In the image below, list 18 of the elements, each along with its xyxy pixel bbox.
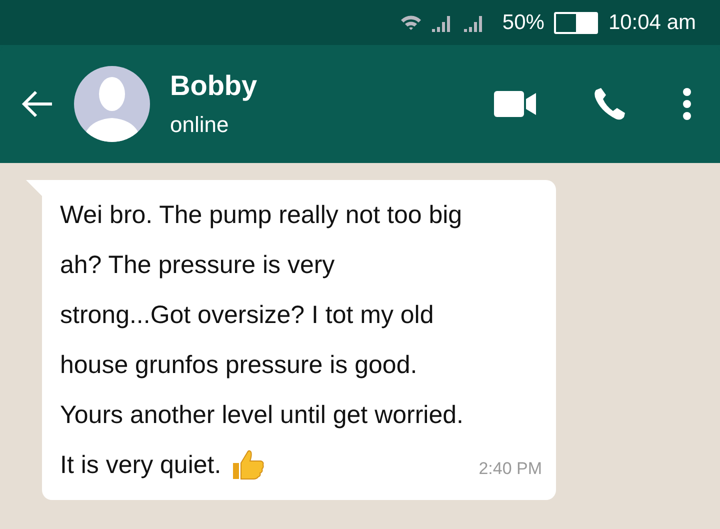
video-call-icon[interactable] <box>494 91 538 117</box>
thumbs-up-icon <box>231 449 266 481</box>
message-line: ah? The pressure is very <box>60 250 335 281</box>
phone-icon[interactable] <box>592 86 628 122</box>
wifi-icon <box>400 14 422 31</box>
battery-percent: 50% <box>502 10 544 34</box>
message-time: 2:40 PM <box>478 459 542 479</box>
message-line: strong...Got oversize? I tot my old <box>60 300 434 331</box>
message-line: It is very quiet. <box>60 450 222 481</box>
contact-status: online <box>170 112 230 138</box>
message-line: Wei bro. The pump really not too big <box>60 200 462 231</box>
more-options-icon[interactable] <box>682 87 692 121</box>
back-arrow-icon[interactable] <box>20 89 54 119</box>
battery-icon <box>554 12 598 34</box>
clock: 10:04 am <box>608 10 696 34</box>
message-line: Yours another level until get worried. <box>60 400 464 431</box>
message-line: house grunfos pressure is good. <box>60 350 418 381</box>
contact-name: Bobby <box>170 70 258 102</box>
